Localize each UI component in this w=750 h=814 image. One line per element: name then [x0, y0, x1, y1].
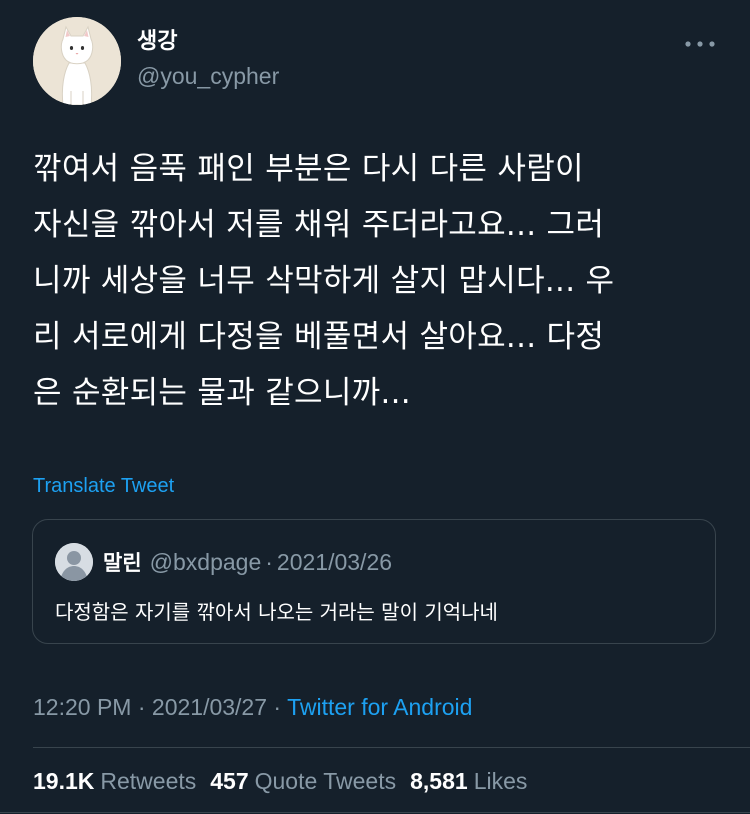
author-handle[interactable]: @you_cypher: [137, 62, 279, 90]
tweet-stats: 19.1K Retweets 457 Quote Tweets 8,581 Likes: [33, 766, 541, 796]
likes-count: 8,581: [410, 768, 468, 794]
likes-label: Likes: [473, 768, 528, 794]
divider: [33, 747, 750, 748]
likes-stat[interactable]: 8,581 Likes: [410, 766, 527, 796]
quoted-separator: ·: [265, 549, 273, 575]
tweet-meta: 12:20 PM · 2021/03/27 · Twitter for Andr…: [33, 692, 472, 722]
tweet-text: 깎여서 음푹 패인 부분은 다시 다른 사람이 자신을 깎아서 저를 채워 주더…: [33, 151, 615, 411]
quoted-tweet-card[interactable]: 말린 @bxdpage · 2021/03/26 다정함은 자기를 깎아서 나오는 거…: [32, 519, 716, 644]
quoted-user-avatar[interactable]: [55, 543, 93, 581]
quoted-tweet-header: 말린 @bxdpage · 2021/03/26: [103, 548, 392, 578]
author-display-name[interactable]: 생강: [137, 28, 177, 56]
white-cat-icon: [33, 17, 121, 105]
tweet-date[interactable]: 2021/03/27: [152, 694, 267, 720]
quote-tweets-count: 457: [210, 768, 249, 794]
quoted-handle[interactable]: @bxdpage: [150, 549, 262, 575]
meta-separator: ·: [137, 694, 146, 720]
default-user-icon: [55, 543, 93, 581]
quoted-display-name[interactable]: 말린: [103, 551, 142, 575]
meta-separator: ·: [273, 694, 282, 720]
more-options-icon[interactable]: [683, 30, 717, 54]
quote-tweets-stat[interactable]: 457 Quote Tweets: [210, 766, 396, 796]
quote-tweets-label: Quote Tweets: [254, 768, 397, 794]
tweet-time[interactable]: 12:20 PM: [33, 694, 131, 720]
quoted-tweet-text: 다정함은 자기를 깎아서 나오는 거라는 말이 기억나네: [55, 600, 498, 624]
retweets-count: 19.1K: [33, 768, 95, 794]
retweets-stat[interactable]: 19.1K Retweets: [33, 766, 196, 796]
translate-tweet-link[interactable]: Translate Tweet: [33, 473, 174, 499]
bottom-divider: [0, 812, 750, 813]
author-avatar[interactable]: [33, 17, 121, 105]
quoted-date: 2021/03/26: [276, 549, 393, 575]
tweet-source-link[interactable]: Twitter for Android: [287, 694, 472, 720]
retweets-label: Retweets: [100, 768, 197, 794]
